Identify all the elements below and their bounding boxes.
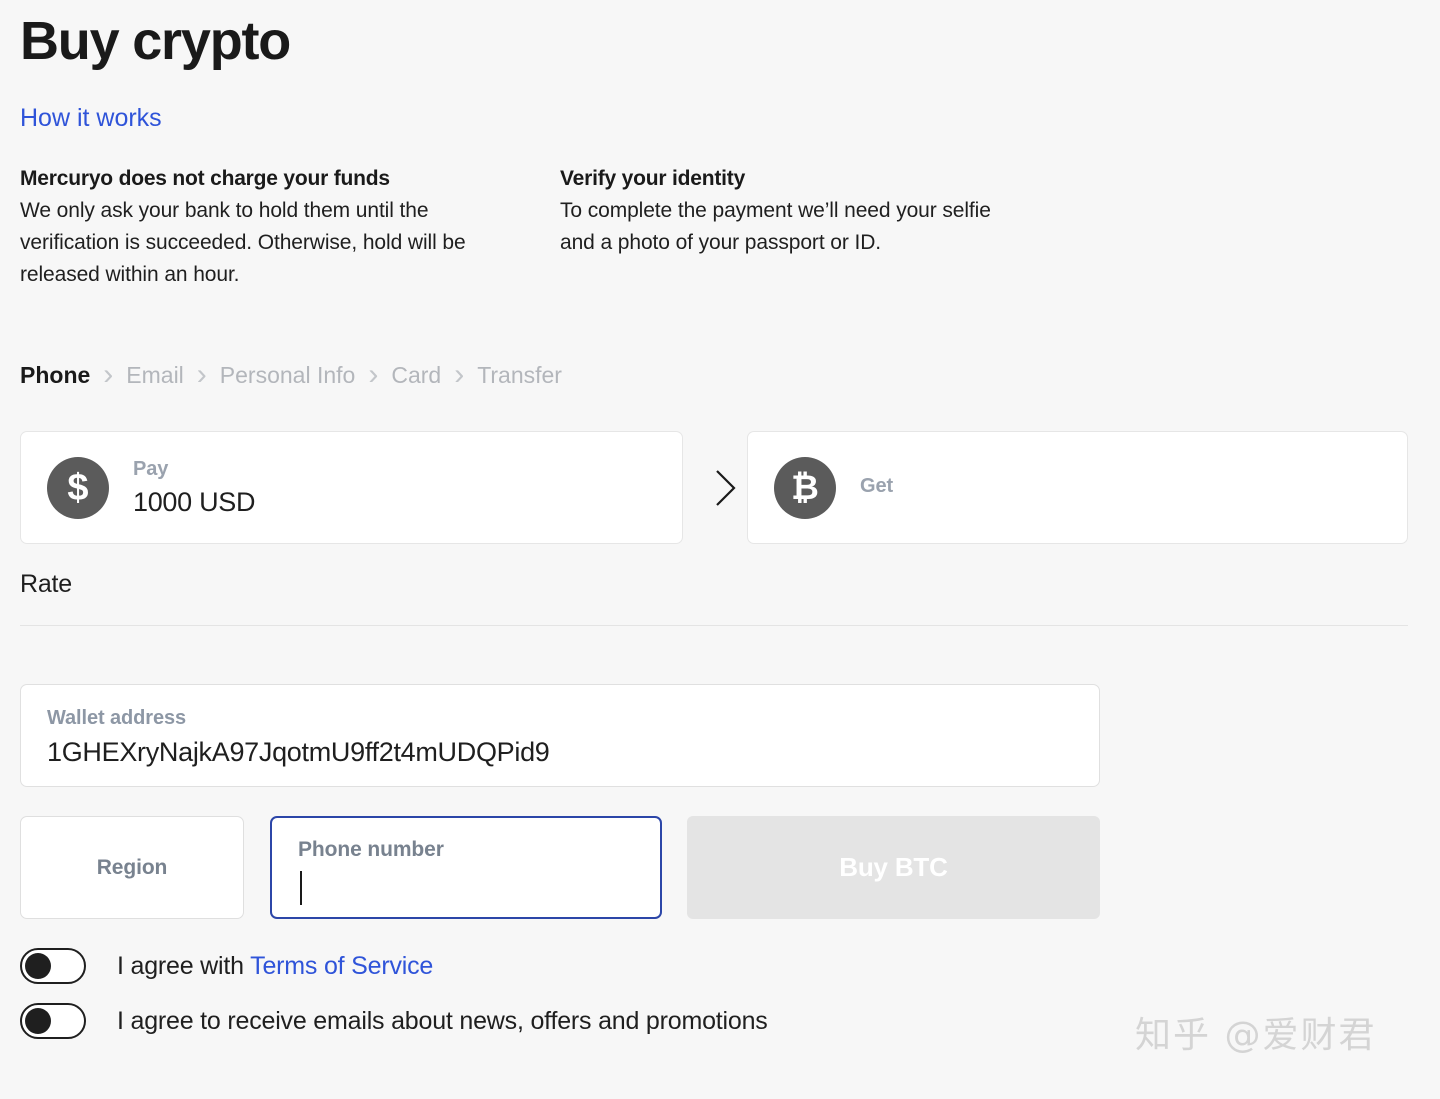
phone-number-input[interactable]: Phone number [270,816,662,919]
breadcrumb-step-personal-info[interactable]: Personal Info [220,362,356,389]
breadcrumb: Phone Email Personal Info Card Transfer [20,360,562,390]
pay-card-texts: Pay 1000 USD [133,456,255,518]
get-card-texts: Get [860,473,893,503]
terms-of-service-link[interactable]: Terms of Service [250,952,433,980]
chevron-right-icon [103,360,113,390]
exchange-cards: $ Pay 1000 USD ₿ Get [20,431,1408,544]
region-label: Region [96,855,168,879]
info-funds-body: We only ask your bank to hold them until… [20,199,466,287]
info-identity-heading: Verify your identity [560,167,746,190]
rate-divider [20,625,1408,626]
chevron-right-icon [197,360,207,390]
toggle-knob [25,1008,51,1034]
buy-crypto-page: Buy crypto How it works Mercuryo does no… [0,0,1440,1099]
chevron-right-icon [454,360,464,390]
chevron-right-icon [368,360,378,390]
get-card[interactable]: ₿ Get [747,431,1408,544]
toggle-terms-of-service[interactable] [20,948,86,984]
info-funds-heading: Mercuryo does not charge your funds [20,167,390,190]
wallet-address-label: Wallet address [47,707,187,729]
how-it-works-link[interactable]: How it works [20,103,162,133]
breadcrumb-step-transfer[interactable]: Transfer [477,362,562,389]
text-caret [300,871,302,906]
pay-card[interactable]: $ Pay 1000 USD [20,431,683,544]
toggle-knob [25,953,51,979]
toggle-marketing-emails[interactable] [20,1003,86,1039]
agreement-terms-prefix: I agree with [117,951,251,980]
watermark: 知乎 @爱财君 [1135,1015,1377,1056]
bitcoin-coin-icon: ₿ [774,456,836,519]
region-select[interactable]: Region [20,816,244,919]
info-block-identity: Verify your identity To complete the pay… [560,167,1030,259]
breadcrumb-step-phone[interactable]: Phone [20,362,90,389]
pay-label: Pay [133,458,169,481]
agreement-emails-row: I agree to receive emails about news, of… [20,1003,768,1039]
breadcrumb-step-email[interactable]: Email [126,362,184,389]
rate-label: Rate [20,570,73,598]
info-block-funds: Mercuryo does not charge your funds We o… [20,167,530,291]
page-title: Buy crypto [20,11,291,71]
get-label: Get [860,474,894,497]
buy-btc-button[interactable]: Buy BTC [687,816,1100,919]
wallet-address-value[interactable]: 1GHEXryNajkA97JqotmU9ff2t4mUDQPid9 [47,736,1073,768]
dollar-coin-icon: $ [47,456,109,519]
breadcrumb-step-card[interactable]: Card [391,362,441,389]
pay-amount-value[interactable]: 1000 USD [133,486,255,518]
info-identity-body: To complete the payment we’ll need your … [560,199,991,255]
agreement-emails-text: I agree to receive emails about news, of… [117,1006,768,1035]
agreement-terms-text: I agree with Terms of Service [117,952,433,981]
wallet-address-field[interactable]: Wallet address 1GHEXryNajkA97JqotmU9ff2t… [20,684,1100,787]
agreement-terms-row: I agree with Terms of Service [20,948,433,984]
exchange-direction-chevron-icon [703,465,747,511]
phone-number-label: Phone number [298,838,444,861]
rate-row: Rate [20,570,1408,599]
